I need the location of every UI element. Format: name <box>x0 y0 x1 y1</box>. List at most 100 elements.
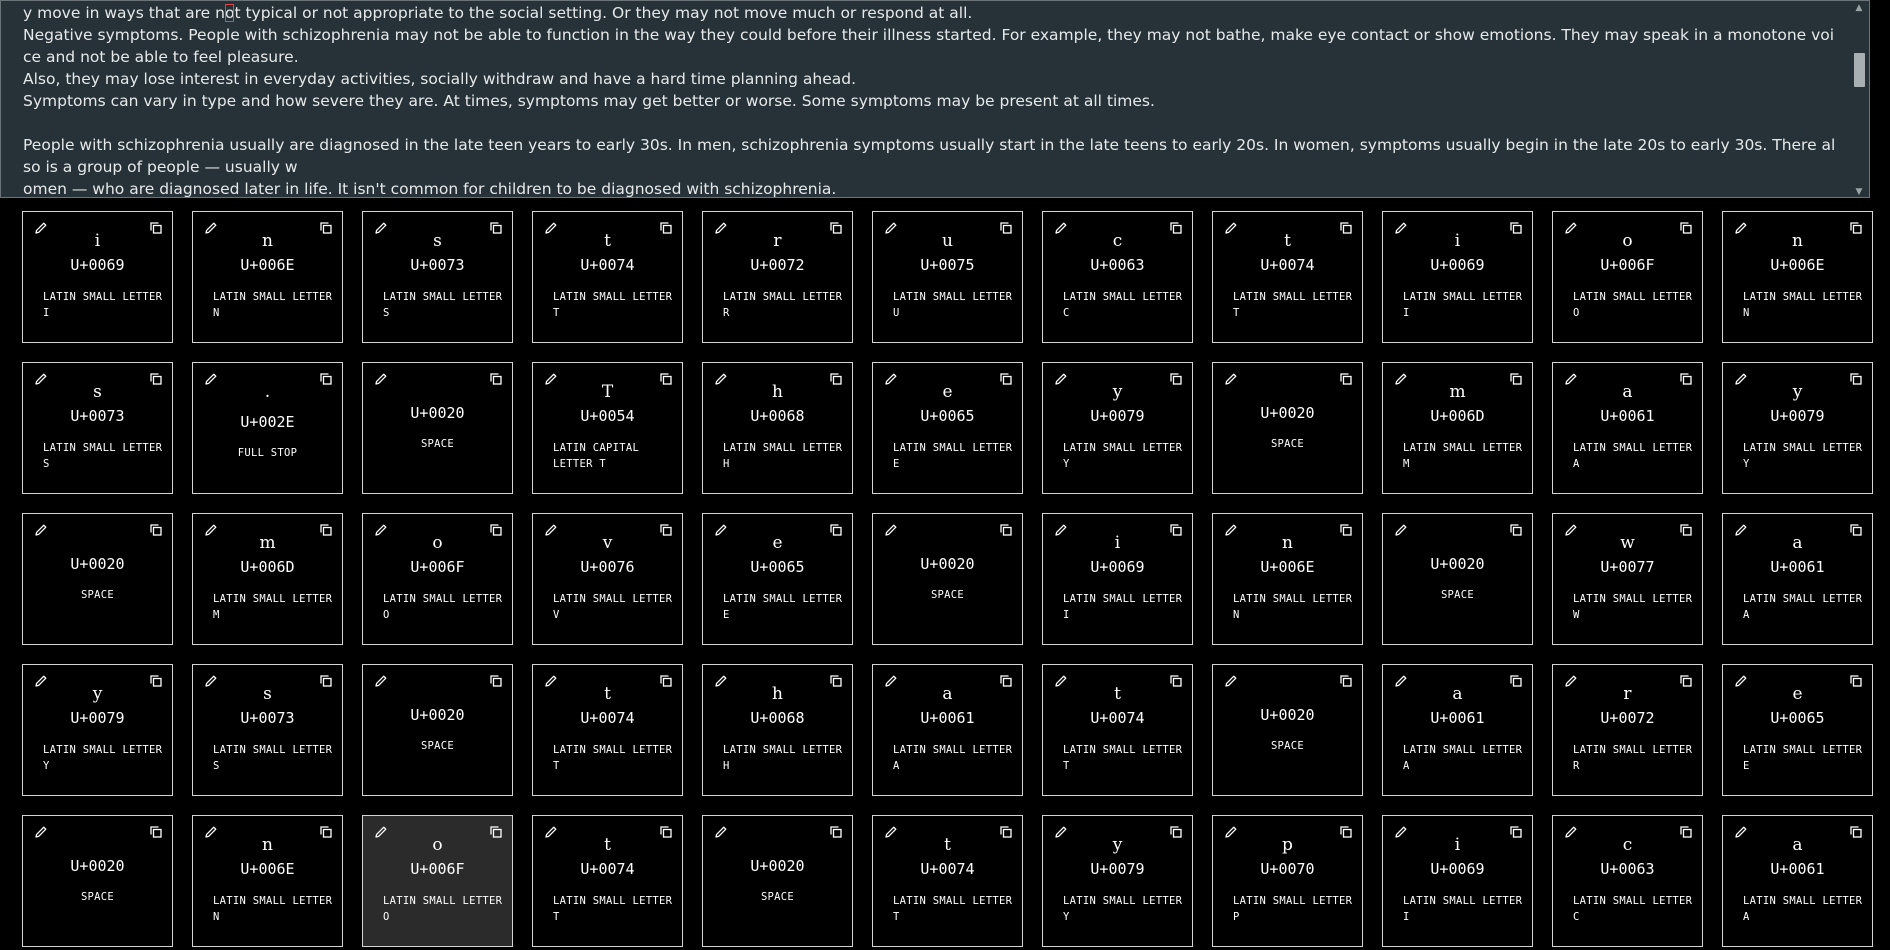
character-card[interactable]: U+0020 SPACE <box>22 513 173 645</box>
codepoint-label: U+0074 <box>580 860 635 878</box>
character-card[interactable]: a U+0061 LATIN SMALL LETTER A <box>1722 513 1873 645</box>
pencil-icon[interactable] <box>713 824 729 840</box>
character-card[interactable]: r U+0072 LATIN SMALL LETTER R <box>702 211 853 343</box>
character-card[interactable]: U+0020 SPACE <box>702 815 853 947</box>
character-card[interactable]: i U+0069 LATIN SMALL LETTER I <box>1382 211 1533 343</box>
character-card[interactable]: y U+0079 LATIN SMALL LETTER Y <box>1042 362 1193 494</box>
character-name: LATIN SMALL LETTER C <box>1063 291 1183 319</box>
character-card[interactable]: e U+0065 LATIN SMALL LETTER E <box>1722 664 1873 796</box>
character-card[interactable]: e U+0065 LATIN SMALL LETTER E <box>872 362 1023 494</box>
codepoint-label: U+0074 <box>1260 256 1315 274</box>
copy-icon[interactable] <box>148 824 164 840</box>
character-card[interactable]: U+0020 SPACE <box>362 362 513 494</box>
codepoint-label: U+0079 <box>1770 407 1825 425</box>
character-card[interactable]: r U+0072 LATIN SMALL LETTER R <box>1552 664 1703 796</box>
character-glyph: i <box>94 231 101 251</box>
codepoint-label: U+0079 <box>70 709 125 727</box>
character-card[interactable]: t U+0074 LATIN SMALL LETTER T <box>872 815 1023 947</box>
character-card[interactable]: U+0020 SPACE <box>362 664 513 796</box>
character-card[interactable]: s U+0073 LATIN SMALL LETTER S <box>22 362 173 494</box>
character-card[interactable]: U+0020 SPACE <box>22 815 173 947</box>
character-card[interactable]: m U+006D LATIN SMALL LETTER M <box>192 513 343 645</box>
scroll-down-arrow-icon[interactable]: ▼ <box>1849 185 1869 197</box>
character-glyph: s <box>93 382 102 402</box>
copy-icon[interactable] <box>1508 522 1524 538</box>
character-card[interactable]: y U+0079 LATIN SMALL LETTER Y <box>1722 362 1873 494</box>
character-card[interactable]: p U+0070 LATIN SMALL LETTER P <box>1212 815 1363 947</box>
character-card[interactable]: U+0020 SPACE <box>1212 362 1363 494</box>
character-name: LATIN SMALL LETTER I <box>43 291 163 319</box>
character-card[interactable]: o U+006F LATIN SMALL LETTER O <box>362 513 513 645</box>
character-card[interactable]: v U+0076 LATIN SMALL LETTER V <box>532 513 683 645</box>
character-card[interactable]: i U+0069 LATIN SMALL LETTER I <box>1042 513 1193 645</box>
pencil-icon[interactable] <box>883 522 899 538</box>
codepoint-label: U+0020 <box>410 706 465 724</box>
editor-scrollbar[interactable]: ▲ ▼ <box>1849 1 1869 197</box>
character-card[interactable]: e U+0065 LATIN SMALL LETTER E <box>702 513 853 645</box>
character-card[interactable]: n U+006E LATIN SMALL LETTER N <box>192 815 343 947</box>
character-name: LATIN SMALL LETTER T <box>553 291 673 319</box>
character-card[interactable]: s U+0073 LATIN SMALL LETTER S <box>362 211 513 343</box>
copy-icon[interactable] <box>148 522 164 538</box>
codepoint-label: U+0076 <box>580 558 635 576</box>
character-name: LATIN SMALL LETTER S <box>383 291 503 319</box>
pencil-icon[interactable] <box>33 522 49 538</box>
character-card[interactable]: U+0020 SPACE <box>872 513 1023 645</box>
pencil-icon[interactable] <box>373 673 389 689</box>
character-card[interactable]: y U+0079 LATIN SMALL LETTER Y <box>22 664 173 796</box>
copy-icon[interactable] <box>1338 371 1354 387</box>
character-card[interactable]: t U+0074 LATIN SMALL LETTER T <box>1212 211 1363 343</box>
character-card[interactable]: a U+0061 LATIN SMALL LETTER A <box>1552 362 1703 494</box>
character-card[interactable]: i U+0069 LATIN SMALL LETTER I <box>1382 815 1533 947</box>
character-card[interactable]: u U+0075 LATIN SMALL LETTER U <box>872 211 1023 343</box>
copy-icon[interactable] <box>488 673 504 689</box>
character-card[interactable]: s U+0073 LATIN SMALL LETTER S <box>192 664 343 796</box>
character-card[interactable]: o U+006F LATIN SMALL LETTER O <box>1552 211 1703 343</box>
character-card[interactable]: U+0020 SPACE <box>1382 513 1533 645</box>
copy-icon[interactable] <box>998 522 1014 538</box>
editor-text[interactable]: y move in ways that are not typical or n… <box>23 2 1839 197</box>
character-card[interactable]: t U+0074 LATIN SMALL LETTER T <box>532 815 683 947</box>
character-card[interactable]: T U+0054 LATIN CAPITAL LETTER T <box>532 362 683 494</box>
copy-icon[interactable] <box>1338 673 1354 689</box>
character-card[interactable]: t U+0074 LATIN SMALL LETTER T <box>1042 664 1193 796</box>
character-name: LATIN SMALL LETTER A <box>1573 442 1693 470</box>
character-card[interactable]: a U+0061 LATIN SMALL LETTER A <box>872 664 1023 796</box>
codepoint-label: U+006E <box>240 256 295 274</box>
character-card[interactable]: t U+0074 LATIN SMALL LETTER T <box>532 664 683 796</box>
character-card[interactable]: . U+002E FULL STOP <box>192 362 343 494</box>
character-card[interactable]: i U+0069 LATIN SMALL LETTER I <box>22 211 173 343</box>
character-card[interactable]: c U+0063 LATIN SMALL LETTER C <box>1552 815 1703 947</box>
text-editor[interactable]: y move in ways that are not typical or n… <box>0 0 1870 198</box>
character-card[interactable]: a U+0061 LATIN SMALL LETTER A <box>1722 815 1873 947</box>
character-card[interactable]: h U+0068 LATIN SMALL LETTER H <box>702 362 853 494</box>
character-name: LATIN SMALL LETTER T <box>1233 291 1353 319</box>
character-name: LATIN SMALL LETTER S <box>213 744 333 772</box>
scroll-up-arrow-icon[interactable]: ▲ <box>1849 1 1869 15</box>
character-card[interactable]: y U+0079 LATIN SMALL LETTER Y <box>1042 815 1193 947</box>
character-card[interactable]: n U+006E LATIN SMALL LETTER N <box>1722 211 1873 343</box>
codepoint-label: U+0069 <box>70 256 125 274</box>
character-card[interactable]: n U+006E LATIN SMALL LETTER N <box>192 211 343 343</box>
character-name: SPACE <box>80 589 115 601</box>
copy-icon[interactable] <box>828 824 844 840</box>
pencil-icon[interactable] <box>373 371 389 387</box>
character-card[interactable]: m U+006D LATIN SMALL LETTER M <box>1382 362 1533 494</box>
character-card[interactable]: a U+0061 LATIN SMALL LETTER A <box>1382 664 1533 796</box>
scrollbar-thumb[interactable] <box>1854 53 1865 87</box>
character-card[interactable]: n U+006E LATIN SMALL LETTER N <box>1212 513 1363 645</box>
character-card[interactable]: h U+0068 LATIN SMALL LETTER H <box>702 664 853 796</box>
character-card[interactable]: w U+0077 LATIN SMALL LETTER W <box>1552 513 1703 645</box>
character-glyph: r <box>1623 684 1632 704</box>
character-card[interactable]: c U+0063 LATIN SMALL LETTER C <box>1042 211 1193 343</box>
character-card[interactable]: U+0020 SPACE <box>1212 664 1363 796</box>
pencil-icon[interactable] <box>1393 522 1409 538</box>
character-name: LATIN SMALL LETTER O <box>1573 291 1693 319</box>
copy-icon[interactable] <box>488 371 504 387</box>
pencil-icon[interactable] <box>1223 371 1239 387</box>
pencil-icon[interactable] <box>1223 673 1239 689</box>
character-card[interactable]: t U+0074 LATIN SMALL LETTER T <box>532 211 683 343</box>
character-name: LATIN SMALL LETTER N <box>1743 291 1863 319</box>
pencil-icon[interactable] <box>33 824 49 840</box>
character-card[interactable]: o U+006F LATIN SMALL LETTER O <box>362 815 513 947</box>
